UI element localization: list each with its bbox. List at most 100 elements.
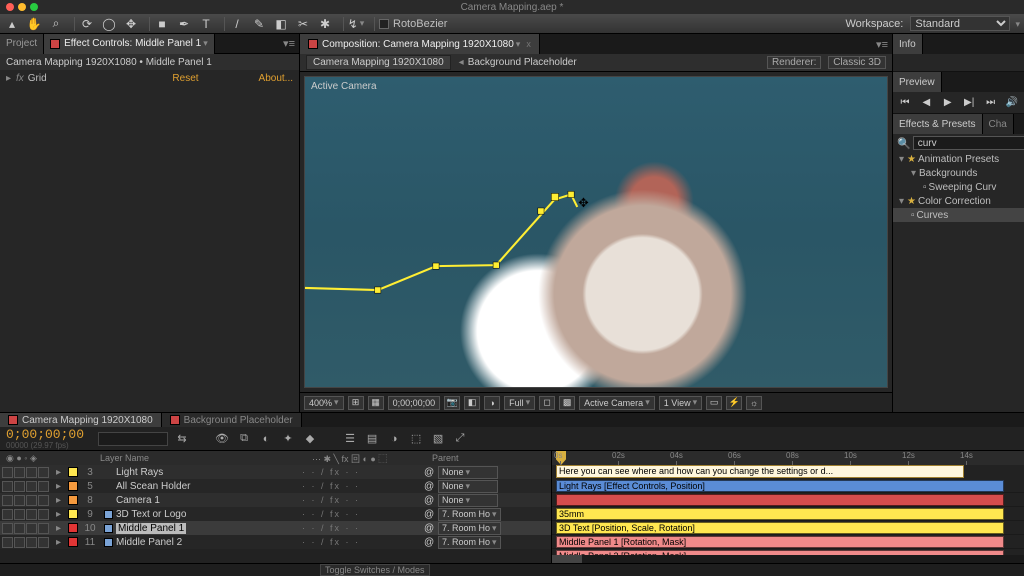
- chevron-down-icon[interactable]: [514, 39, 521, 50]
- panel-menu-icon[interactable]: ▾≡: [872, 38, 892, 51]
- roi-icon[interactable]: ◻: [539, 396, 555, 410]
- auto-keyframe-icon[interactable]: ◆: [302, 431, 318, 447]
- lock-toggle[interactable]: [38, 523, 49, 534]
- zoom-tool-icon[interactable]: ⌕: [48, 16, 64, 32]
- renderer-selector[interactable]: Renderer: Classic 3D: [763, 57, 886, 68]
- audio-toggle[interactable]: [14, 523, 25, 534]
- disclosure-icon[interactable]: ▾: [899, 154, 907, 165]
- view-mode-dropdown[interactable]: Active Camera: [579, 396, 655, 410]
- play-icon[interactable]: ▶: [940, 96, 956, 110]
- adjustment-icon[interactable]: ◑: [386, 431, 402, 447]
- label-color[interactable]: [68, 467, 78, 477]
- disclosure-icon[interactable]: ▸: [56, 523, 61, 534]
- layer-name[interactable]: All Scean Holder: [116, 481, 190, 492]
- snapshot-icon[interactable]: 📷: [444, 396, 460, 410]
- layer-row[interactable]: ▸93D Text or Logo· · / fx · ·@7. Room Ho: [0, 507, 551, 521]
- effects-tree-item[interactable]: ▾★Animation Presets: [893, 152, 1024, 166]
- frame-blend-icon[interactable]: ⧉: [236, 431, 252, 447]
- camera-orbit-tool-icon[interactable]: ◯: [101, 16, 117, 32]
- label-color[interactable]: [68, 523, 78, 533]
- resolution-dropdown[interactable]: Full: [504, 396, 535, 410]
- rotobezier-checkbox[interactable]: [379, 19, 389, 29]
- disclosure-icon[interactable]: ▸: [56, 509, 61, 520]
- next-frame-icon[interactable]: ▶|: [961, 96, 977, 110]
- effects-tree-item[interactable]: ▾★Color Correction: [893, 194, 1024, 208]
- grid-toggle-icon[interactable]: ⊞: [348, 396, 364, 410]
- effect-grid-row[interactable]: ▸ fx Grid Reset About...: [0, 70, 299, 86]
- layer-name[interactable]: Middle Panel 2: [116, 537, 182, 548]
- disclosure-icon[interactable]: ▸: [6, 73, 14, 84]
- chevron-down-icon[interactable]: [1013, 18, 1020, 30]
- views-dropdown[interactable]: 1 View: [659, 396, 702, 410]
- guides-toggle-icon[interactable]: ▦: [368, 396, 384, 410]
- layer-name[interactable]: Middle Panel 1: [116, 523, 186, 534]
- effects-tree-item[interactable]: ▫Curves: [893, 208, 1024, 222]
- eraser-tool-icon[interactable]: ◧: [273, 16, 289, 32]
- audio-toggle[interactable]: [14, 467, 25, 478]
- lock-toggle[interactable]: [38, 481, 49, 492]
- disclosure-icon[interactable]: ▾: [911, 168, 919, 179]
- tab-preview[interactable]: Preview: [893, 72, 942, 92]
- disclosure-icon[interactable]: ▸: [56, 495, 61, 506]
- layer-duration-bar[interactable]: Light Rays [Effect Controls, Position]: [556, 480, 1004, 492]
- reset-link[interactable]: Reset: [172, 73, 198, 84]
- label-color[interactable]: [68, 509, 78, 519]
- layer-row[interactable]: ▸3Light Rays· · / fx · ·@None: [0, 465, 551, 479]
- about-link[interactable]: About...: [259, 73, 293, 84]
- layer-name[interactable]: Light Rays: [116, 467, 163, 478]
- fx-badge[interactable]: fx: [16, 73, 24, 84]
- effects-tree-item[interactable]: ▾Backgrounds: [893, 166, 1024, 180]
- label-color[interactable]: [68, 481, 78, 491]
- panel-menu-icon[interactable]: ▾≡: [279, 37, 299, 50]
- layer-duration-bar[interactable]: [556, 494, 1004, 506]
- pickwhip-icon[interactable]: @: [424, 481, 434, 492]
- pickwhip-icon[interactable]: @: [424, 523, 434, 534]
- transparency-icon[interactable]: ▩: [559, 396, 575, 410]
- macos-zoom-button[interactable]: [30, 3, 38, 11]
- solo-toggle[interactable]: [26, 481, 37, 492]
- shy-layers-icon[interactable]: 👁: [214, 431, 230, 447]
- visibility-toggle[interactable]: [2, 523, 13, 534]
- comp-mini-flow-icon[interactable]: ⇆: [174, 431, 190, 447]
- label-color[interactable]: [68, 537, 78, 547]
- lock-toggle[interactable]: [38, 537, 49, 548]
- parent-dropdown[interactable]: 7. Room Ho: [438, 508, 501, 521]
- disclosure-icon[interactable]: ▸: [56, 481, 61, 492]
- visibility-toggle[interactable]: [2, 467, 13, 478]
- audio-toggle[interactable]: [14, 495, 25, 506]
- rotobrush-tool-icon[interactable]: ✂: [295, 16, 311, 32]
- tab-effect-controls[interactable]: Effect Controls: Middle Panel 1: [44, 34, 215, 54]
- toggle-switches-button[interactable]: Toggle Switches / Modes: [320, 564, 430, 576]
- effects-search-input[interactable]: [913, 136, 1024, 150]
- visibility-toggle[interactable]: [2, 481, 13, 492]
- parent-dropdown[interactable]: None: [438, 466, 498, 479]
- layer-row[interactable]: ▸11Middle Panel 2· · / fx · ·@7. Room Ho: [0, 535, 551, 549]
- lock-toggle[interactable]: [38, 509, 49, 520]
- layer-switches-icon[interactable]: ☰: [342, 431, 358, 447]
- tab-composition[interactable]: Composition: Camera Mapping 1920X1080 x: [300, 34, 540, 54]
- horizontal-scrollbar[interactable]: [552, 555, 1024, 563]
- effects-tree-item[interactable]: ▫Sweeping Curv: [893, 180, 1024, 194]
- graph-editor-icon[interactable]: ▧: [430, 431, 446, 447]
- timeline-search-input[interactable]: [98, 432, 168, 446]
- hand-tool-icon[interactable]: ✋: [26, 16, 42, 32]
- audio-toggle[interactable]: [14, 509, 25, 520]
- exposure-icon[interactable]: ☼: [746, 396, 762, 410]
- prev-frame-icon[interactable]: ◀: [918, 96, 934, 110]
- layer-duration-bar[interactable]: Middle Panel 1 [Rotation, Mask]: [556, 536, 1004, 548]
- layer-row[interactable]: ▸8Camera 1· · / fx · ·@None: [0, 493, 551, 507]
- tab-project[interactable]: Project: [0, 34, 44, 54]
- tab-info[interactable]: Info: [893, 34, 923, 54]
- brainstorm-icon[interactable]: ✦: [280, 431, 296, 447]
- macos-minimize-button[interactable]: [18, 3, 26, 11]
- macos-close-button[interactable]: [6, 3, 14, 11]
- pen-tool-icon[interactable]: ✒: [176, 16, 192, 32]
- switches-cell[interactable]: · · / fx · ·: [302, 467, 424, 477]
- tab-timeline-main[interactable]: Camera Mapping 1920X1080: [0, 413, 162, 427]
- renderer-value[interactable]: Classic 3D: [828, 56, 886, 69]
- visibility-toggle[interactable]: [2, 509, 13, 520]
- breadcrumb-main[interactable]: Camera Mapping 1920X1080: [306, 55, 451, 70]
- zoom-dropdown[interactable]: 400%: [304, 396, 344, 410]
- workspace-selector[interactable]: Workspace: Standard: [845, 16, 1020, 31]
- 3d-layer-icon[interactable]: ⬚: [408, 431, 424, 447]
